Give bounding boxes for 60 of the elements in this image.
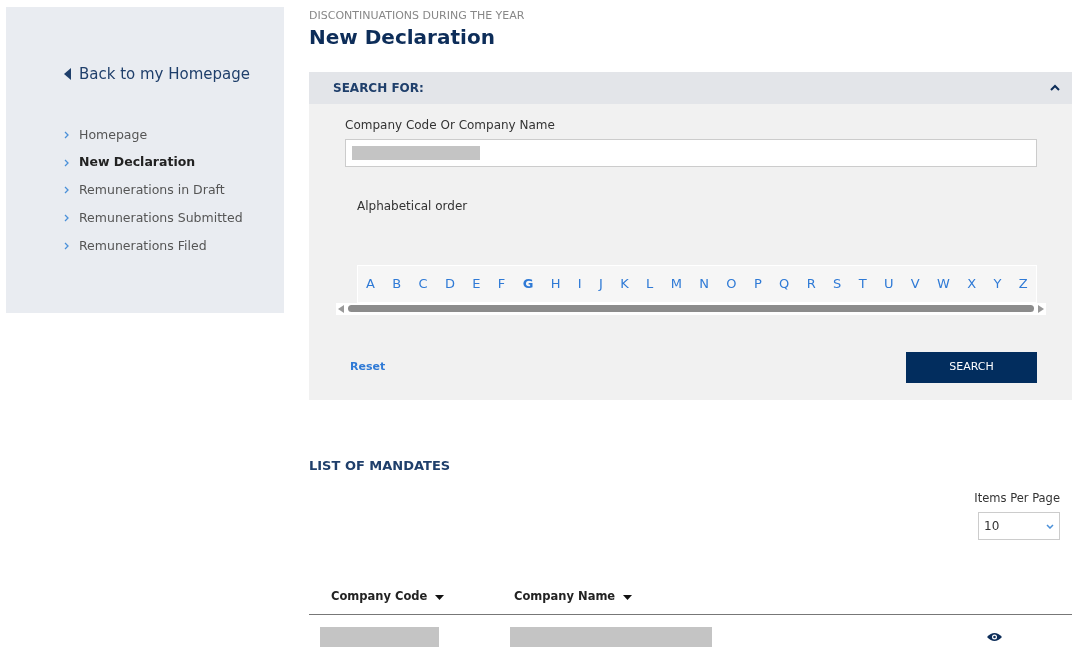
caret-left-icon — [64, 68, 71, 81]
letter-link[interactable]: J — [599, 273, 603, 294]
letter-link[interactable]: C — [418, 273, 428, 294]
items-per-page-label: Items Per Page — [974, 489, 1060, 507]
panel-title: SEARCH FOR: — [333, 79, 424, 97]
letter-link[interactable]: A — [366, 273, 375, 294]
letter-link[interactable]: U — [883, 273, 894, 294]
letter-link[interactable]: H — [550, 273, 561, 294]
letter-link[interactable]: E — [472, 273, 481, 294]
alphabet-label: Alphabetical order — [357, 197, 469, 215]
items-per-page-select[interactable]: 10 — [978, 512, 1060, 541]
chevron-right-icon — [64, 214, 69, 223]
page-title: New Declaration — [309, 24, 496, 50]
sidebar-item[interactable]: Remunerations Filed — [64, 236, 284, 256]
back-link[interactable]: Back to my Homepage — [64, 63, 284, 86]
collapse-toggle[interactable] — [1050, 84, 1060, 91]
letter-link[interactable]: I — [577, 273, 582, 294]
scroll-left-icon — [338, 304, 344, 313]
letter-link[interactable]: L — [646, 273, 654, 294]
sort-down-icon — [623, 594, 633, 600]
chevron-right-icon — [64, 158, 69, 167]
letter-link[interactable]: N — [699, 273, 709, 294]
chevron-up-icon — [1050, 84, 1060, 91]
letter-link[interactable]: V — [910, 273, 920, 294]
letter-link[interactable]: R — [806, 273, 816, 294]
letter-link[interactable]: F — [497, 273, 506, 294]
page-overline: DISCONTINUATIONS DURING THE YEAR — [309, 8, 526, 24]
chevron-right-icon — [64, 186, 69, 195]
sort-down-icon — [435, 594, 445, 600]
letter-link[interactable]: D — [444, 273, 455, 294]
sidebar-item[interactable]: Remunerations Submitted — [64, 208, 284, 228]
letter-link[interactable]: Y — [993, 273, 1002, 294]
search-field[interactable] — [345, 138, 1037, 167]
letter-link[interactable]: S — [833, 273, 842, 294]
eye-icon[interactable] — [987, 632, 1002, 642]
reset-link[interactable]: Reset — [350, 358, 386, 376]
sidebar-item[interactable]: New Declaration — [64, 153, 284, 172]
column-header[interactable]: Company Code — [331, 588, 514, 606]
chevron-down-icon — [1046, 523, 1054, 529]
chevron-right-icon — [64, 241, 69, 250]
chevron-right-icon — [64, 130, 69, 139]
sidebar-item[interactable]: Remunerations in Draft — [64, 181, 284, 200]
letter-link[interactable]: O — [726, 273, 737, 294]
letter-link[interactable]: T — [858, 273, 867, 294]
letter-link[interactable]: Z — [1018, 273, 1028, 294]
letter-link[interactable]: P — [753, 273, 762, 294]
letter-link[interactable]: B — [392, 273, 402, 294]
select-value: 10 — [984, 518, 1000, 536]
column-header[interactable]: Company Name — [514, 588, 633, 606]
letter-link[interactable]: X — [967, 273, 977, 294]
scroll-right-icon — [1038, 304, 1044, 313]
letter-link[interactable]: M — [670, 273, 682, 294]
search-button[interactable]: SEARCH — [906, 351, 1037, 383]
letter-link[interactable]: G — [522, 273, 534, 294]
section-title: LIST OF MANDATES — [309, 457, 452, 476]
sidebar-item[interactable]: Homepage — [64, 125, 284, 145]
letter-link[interactable]: W — [937, 273, 950, 294]
letter-link[interactable]: K — [620, 273, 629, 294]
letter-link[interactable]: Q — [779, 273, 790, 294]
field-label: Company Code Or Company Name — [345, 116, 556, 134]
